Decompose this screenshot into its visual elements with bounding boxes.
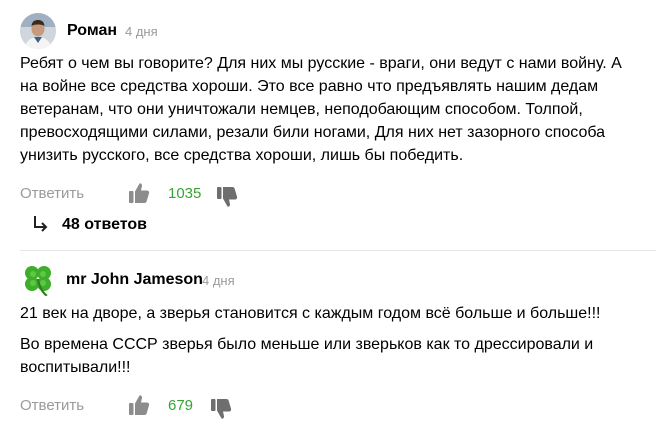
likes-count: 1035 — [168, 185, 202, 202]
comment-time: 4 дня — [125, 24, 158, 39]
reply-arrow-icon — [33, 215, 49, 233]
thumbs-down-icon — [211, 399, 232, 419]
comment: mr John Jameson 4 дня 21 век на дворе, а… — [0, 250, 656, 426]
clover-icon — [25, 266, 51, 297]
likes-count: 679 — [168, 397, 194, 414]
dislike-button[interactable] — [210, 397, 232, 421]
thumbs-up-icon — [129, 183, 150, 203]
comment: Роман 4 дня Ребят о чем вы говорите? Для… — [0, 0, 656, 250]
author-name[interactable]: Роман — [67, 21, 117, 41]
comment-time: 4 дня — [202, 273, 235, 288]
avatar[interactable] — [20, 262, 56, 298]
replies-count: 48 ответов — [62, 216, 147, 233]
thumbs-down-icon — [217, 187, 238, 207]
reply-button[interactable]: Ответить — [20, 397, 84, 415]
comment-paragraph: Во времена СССР зверья было меньше или з… — [20, 336, 594, 376]
comment-text: Ребят о чем вы говорите? Для них мы русс… — [20, 52, 640, 175]
user-photo-icon — [20, 13, 56, 49]
reply-button[interactable]: Ответить — [20, 185, 84, 203]
author-name[interactable]: mr John Jameson — [66, 270, 203, 290]
comment-actions: Ответить 679 — [20, 393, 420, 419]
like-button[interactable] — [128, 393, 150, 417]
thumbs-up-icon — [129, 395, 150, 415]
comment-paragraph: Ребят о чем вы говорите? Для них мы русс… — [20, 55, 622, 164]
comment-text: 21 век на дворе, а зверья становится с к… — [20, 302, 640, 387]
avatar[interactable] — [20, 13, 56, 49]
like-button[interactable] — [128, 181, 150, 205]
comment-actions: Ответить 1035 — [20, 181, 420, 207]
comment-paragraph: 21 век на дворе, а зверья становится с к… — [20, 305, 601, 322]
dislike-button[interactable] — [216, 185, 238, 209]
